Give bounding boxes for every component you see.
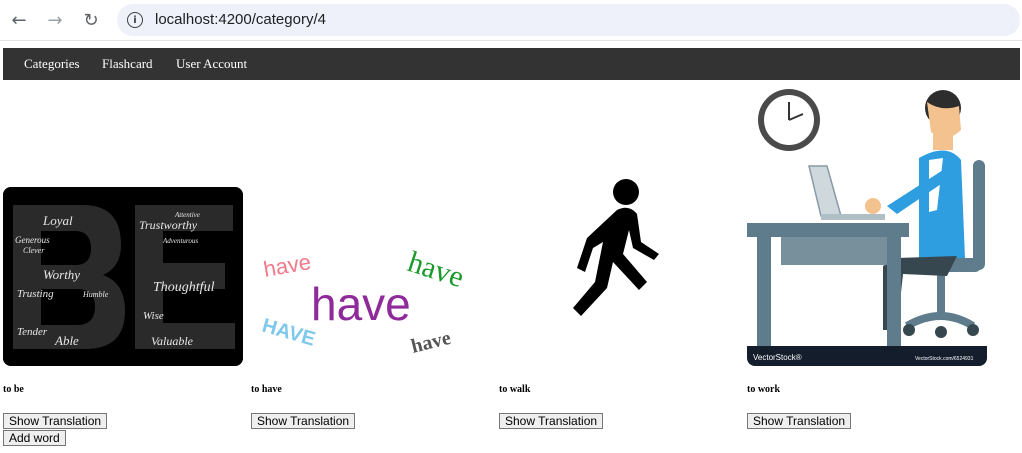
add-word-button[interactable]: Add word (3, 430, 66, 446)
cloud-word: Trustworthy (139, 218, 198, 232)
watermark-url: VectorStock.com/6524931 (915, 356, 974, 362)
cloud-word: Humble (82, 290, 109, 299)
walking-person-icon (573, 179, 659, 316)
word-image-work: VectorStock® VectorStock.com/6524931 (747, 80, 987, 366)
show-translation-button[interactable]: Show Translation (3, 413, 108, 429)
nav-flashcard[interactable]: Flashcard (102, 56, 153, 72)
cloud-word: Wise (143, 310, 164, 322)
forward-arrow-icon[interactable]: → (42, 7, 68, 33)
url-text[interactable]: localhost:4200/category/4 (155, 11, 326, 28)
word-image-walk (499, 172, 739, 322)
word-card: to walk Show Translation (499, 80, 744, 453)
cloud-word: Able (54, 333, 79, 348)
word-label: to be (3, 384, 24, 395)
word-card: VectorStock® VectorStock.com/6524931 to … (747, 80, 992, 453)
back-arrow-icon[interactable]: ← (6, 7, 32, 33)
cloud-word: Worthy (43, 267, 80, 282)
app-navbar: Categories Flashcard User Account (3, 48, 1020, 80)
word-label: to have (251, 384, 282, 395)
cloud-word: Attentive (174, 211, 200, 219)
cloud-word: Valuable (151, 334, 194, 348)
cloud-word: Adventurous (162, 237, 198, 245)
show-translation-button[interactable]: Show Translation (499, 413, 604, 429)
word-card: Loyal Trustworthy Generous Clever Though… (3, 80, 248, 453)
reload-icon[interactable]: ↻ (78, 7, 104, 33)
show-translation-button[interactable]: Show Translation (251, 413, 356, 429)
cloud-word: have (311, 278, 411, 330)
watermark-brand: VectorStock® (753, 353, 802, 362)
browser-toolbar: ← → ↻ i localhost:4200/category/4 (0, 0, 1022, 41)
show-translation-button[interactable]: Show Translation (747, 413, 852, 429)
address-bar[interactable]: i localhost:4200/category/4 (117, 4, 1020, 36)
clock-icon (758, 89, 820, 151)
cloud-word: Trusting (17, 288, 54, 300)
word-image-be: Loyal Trustworthy Generous Clever Though… (3, 187, 243, 366)
word-image-have: have have have HAVE have (251, 235, 491, 365)
cloud-word: Tender (17, 326, 48, 338)
word-label: to work (747, 384, 781, 395)
cloud-word: Generous (15, 235, 50, 245)
cloud-word: Loyal (42, 213, 73, 228)
cloud-word: Thoughtful (153, 280, 215, 295)
info-icon[interactable]: i (127, 12, 143, 28)
word-label: to walk (499, 384, 531, 395)
cloud-word: Clever (23, 246, 45, 255)
word-card: have have have HAVE have to have Show Tr… (251, 80, 496, 453)
nav-user-account[interactable]: User Account (176, 56, 247, 72)
nav-categories[interactable]: Categories (24, 56, 80, 72)
